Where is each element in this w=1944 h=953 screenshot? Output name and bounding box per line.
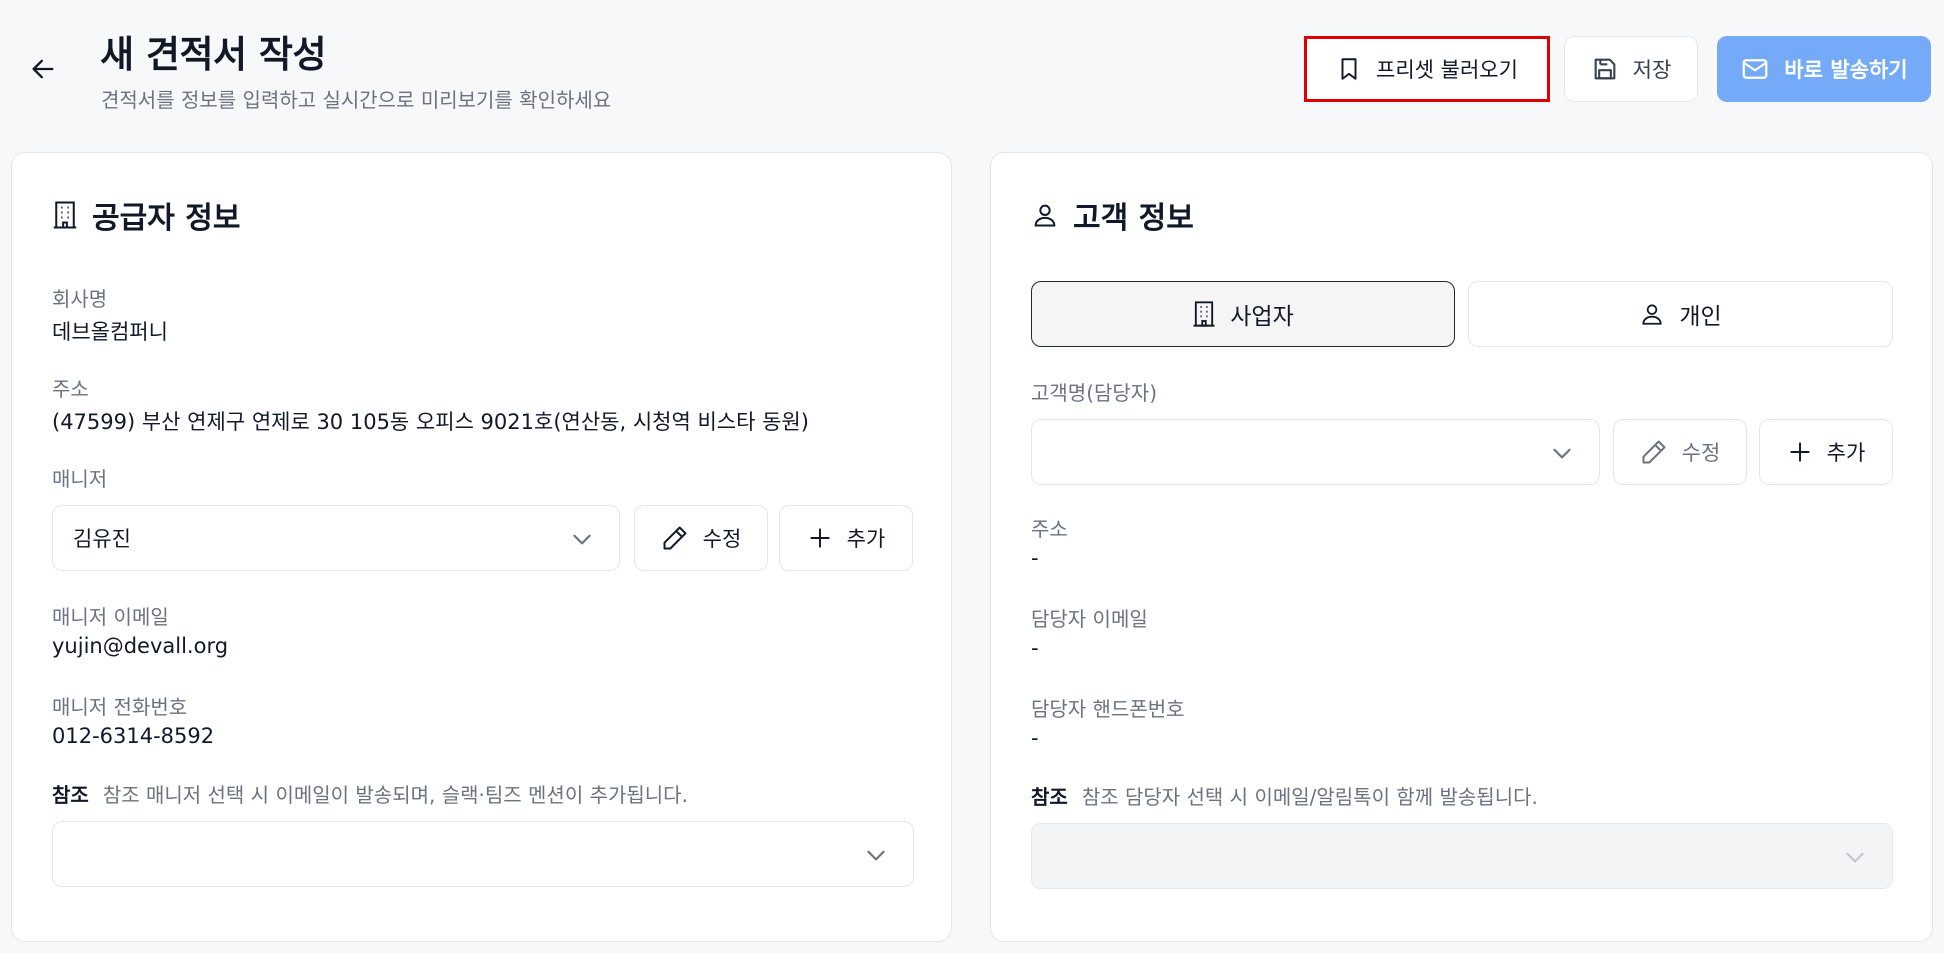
save-icon — [1594, 58, 1616, 80]
supplier-reference-note: 참조 참조 매니저 선택 시 이메일이 발송되며, 슬랙·팀즈 멘션이 추가됩니… — [52, 779, 688, 808]
customer-name-label: 고객명(담당자) — [1031, 381, 1158, 405]
customer-address-label: 주소 — [1031, 517, 1068, 541]
page-title: 새 견적서 작성 — [100, 33, 327, 76]
send-now-button[interactable]: 바로 발송하기 — [1717, 36, 1931, 102]
plus-icon — [810, 528, 830, 548]
manager-label: 매니저 — [52, 467, 108, 491]
tab-individual[interactable]: 개인 — [1468, 281, 1893, 347]
customer-section-title: 고객 정보 — [1031, 193, 1194, 237]
customer-phone-label: 담당자 핸드폰번호 — [1031, 697, 1185, 721]
chevron-down-icon — [1553, 448, 1571, 459]
reference-key: 참조 — [52, 783, 89, 807]
chevron-down-icon — [867, 850, 885, 861]
company-name-label: 회사명 — [52, 287, 108, 311]
load-preset-label: 프리셋 불러오기 — [1376, 58, 1518, 82]
manager-select-value: 김유진 — [73, 527, 131, 551]
pencil-icon — [663, 526, 687, 550]
chevron-down-icon — [1846, 852, 1864, 863]
reference-note-text: 참조 담당자 선택 시 이메일/알림톡이 함께 발송됩니다. — [1081, 785, 1538, 809]
customer-email-label: 담당자 이메일 — [1031, 607, 1148, 631]
back-button[interactable] — [24, 50, 62, 88]
reference-key: 참조 — [1031, 785, 1068, 809]
reference-note-text: 참조 매니저 선택 시 이메일이 발송되며, 슬랙·팀즈 멘션이 추가됩니다. — [102, 783, 688, 807]
manager-email-value: yujin@devall.org — [52, 634, 229, 658]
user-icon — [1642, 304, 1662, 325]
customer-email-value: - — [1031, 636, 1039, 660]
user-icon — [1034, 204, 1056, 227]
manager-phone-value: 012-6314-8592 — [52, 724, 215, 748]
add-manager-label: 추가 — [846, 527, 886, 551]
pencil-icon — [1642, 440, 1666, 464]
customer-address-value: - — [1031, 546, 1039, 570]
supplier-address-label: 주소 — [52, 377, 89, 401]
building-icon — [1193, 301, 1215, 327]
customer-title-text: 고객 정보 — [1073, 201, 1194, 236]
load-preset-button[interactable]: 프리셋 불러오기 — [1304, 36, 1550, 102]
page-subtitle: 견적서를 정보를 입력하고 실시간으로 미리보기를 확인하세요 — [101, 88, 612, 112]
manager-email-label: 매니저 이메일 — [52, 605, 169, 629]
edit-manager-button[interactable]: 수정 — [634, 505, 768, 571]
edit-customer-button[interactable]: 수정 — [1613, 419, 1747, 485]
tab-business[interactable]: 사업자 — [1031, 281, 1455, 347]
tab-individual-label: 개인 — [1679, 304, 1722, 330]
save-label: 저장 — [1632, 58, 1672, 82]
edit-manager-label: 수정 — [702, 527, 742, 551]
add-manager-button[interactable]: 추가 — [779, 505, 913, 571]
company-name-value: 데브올컴퍼니 — [52, 320, 168, 344]
manager-phone-label: 매니저 전화번호 — [52, 695, 188, 719]
send-now-label: 바로 발송하기 — [1784, 58, 1908, 82]
customer-info-card: 고객 정보 사업자 개인 고객명(담당자) 수정 추가 주소 - 담당자 이메일… — [990, 152, 1933, 942]
supplier-address-value: (47599) 부산 연제구 연제로 30 105동 오피스 9021호(연산동… — [52, 410, 809, 434]
customer-reference-select — [1031, 823, 1893, 889]
supplier-reference-select[interactable] — [52, 821, 914, 887]
tab-business-label: 사업자 — [1230, 304, 1294, 330]
edit-customer-label: 수정 — [1681, 441, 1721, 465]
supplier-info-card: 공급자 정보 회사명 데브올컴퍼니 주소 (47599) 부산 연제구 연제로 … — [11, 152, 952, 942]
plus-icon — [1790, 442, 1810, 462]
mail-icon — [1743, 59, 1768, 79]
customer-reference-note: 참조 참조 담당자 선택 시 이메일/알림톡이 함께 발송됩니다. — [1031, 781, 1538, 810]
save-button[interactable]: 저장 — [1564, 36, 1698, 102]
building-icon — [53, 201, 77, 229]
chevron-down-icon — [573, 534, 591, 545]
arrow-left-icon — [32, 59, 54, 79]
supplier-title-text: 공급자 정보 — [92, 201, 241, 236]
customer-name-select[interactable] — [1031, 419, 1600, 485]
bookmark-icon — [1341, 58, 1357, 80]
add-customer-label: 추가 — [1826, 441, 1866, 465]
page-header: 새 견적서 작성 견적서를 정보를 입력하고 실시간으로 미리보기를 확인하세요… — [0, 0, 1944, 150]
supplier-section-title: 공급자 정보 — [52, 193, 240, 237]
add-customer-button[interactable]: 추가 — [1759, 419, 1893, 485]
manager-select[interactable]: 김유진 — [52, 505, 620, 571]
customer-phone-value: - — [1031, 726, 1039, 750]
